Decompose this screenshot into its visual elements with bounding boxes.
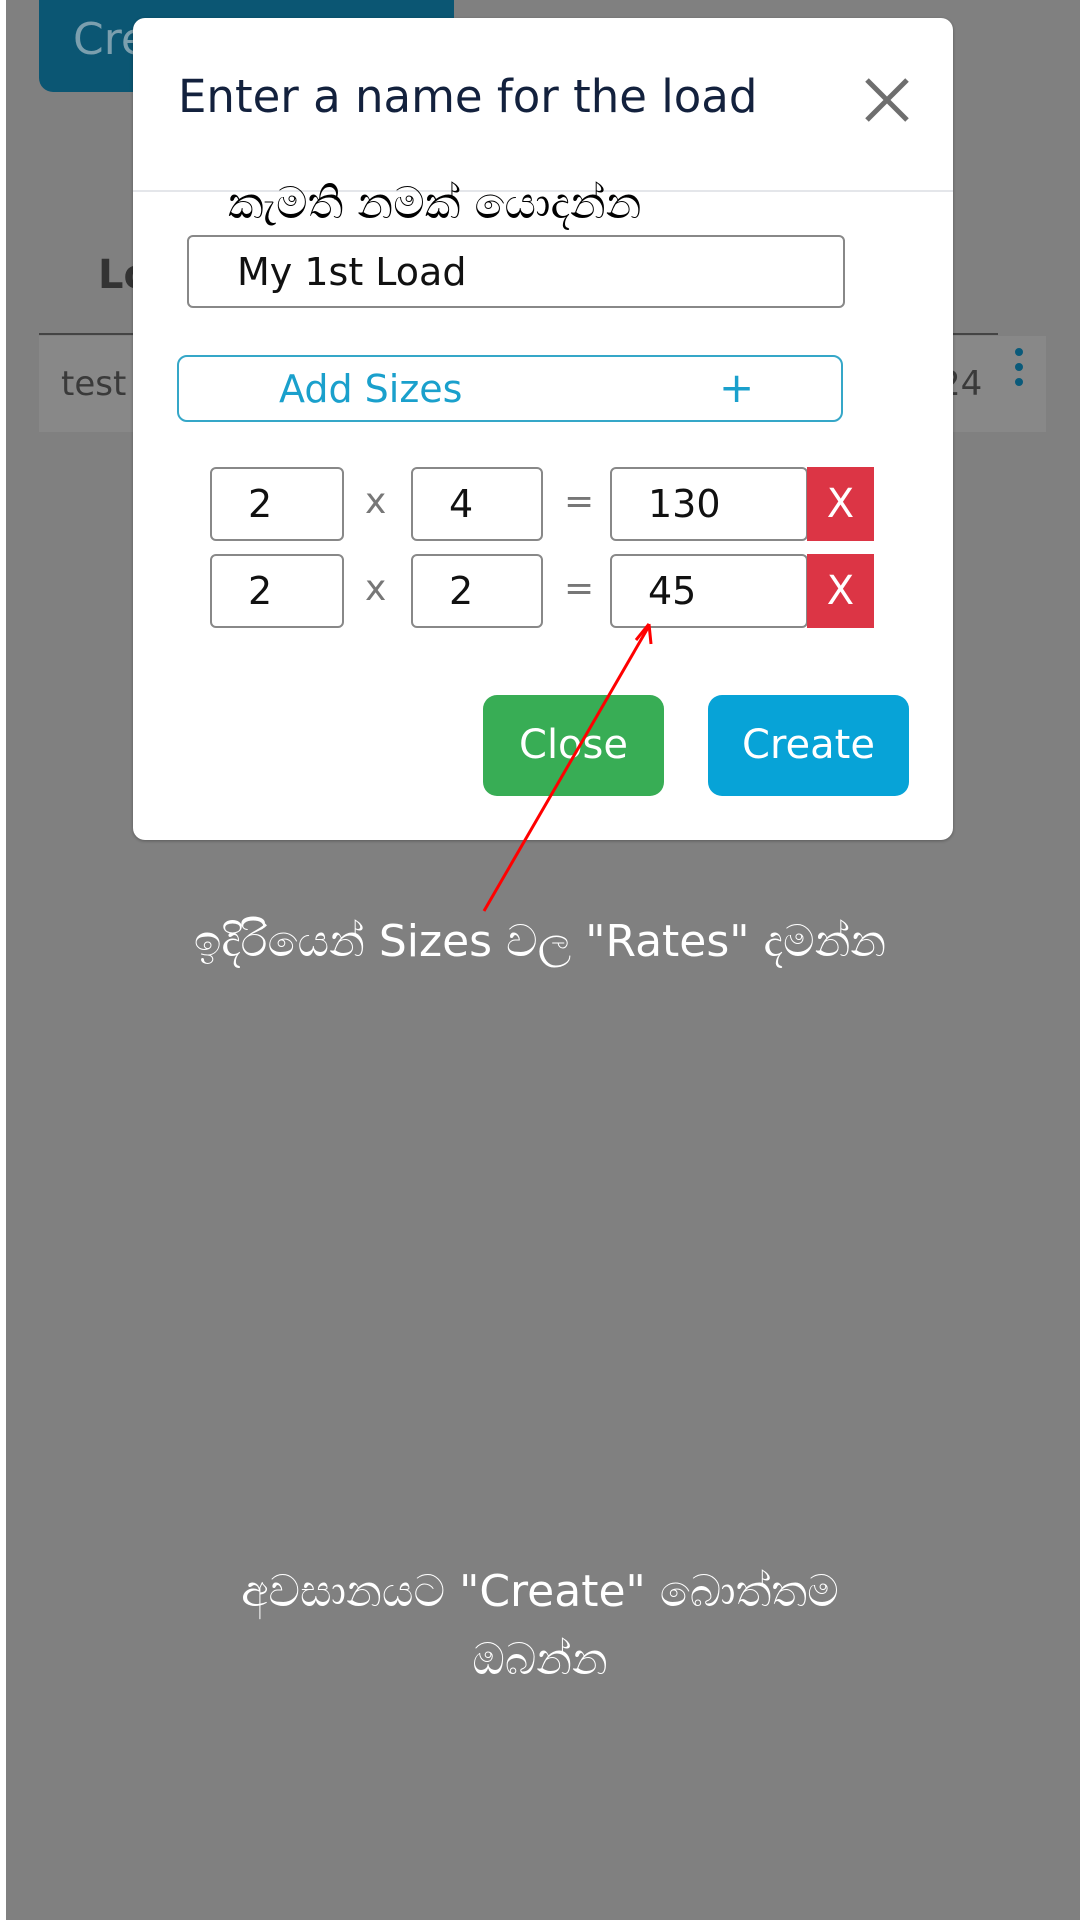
create-hint-caption-line2: ඔබන්න [472, 1634, 608, 1685]
rates-hint-caption: ඉදිරියෙන් Sizes වල "Rates" දමන්න [193, 916, 887, 967]
create-hint-caption-line1: අවසානයට "Create" බොත්තම [241, 1566, 839, 1617]
